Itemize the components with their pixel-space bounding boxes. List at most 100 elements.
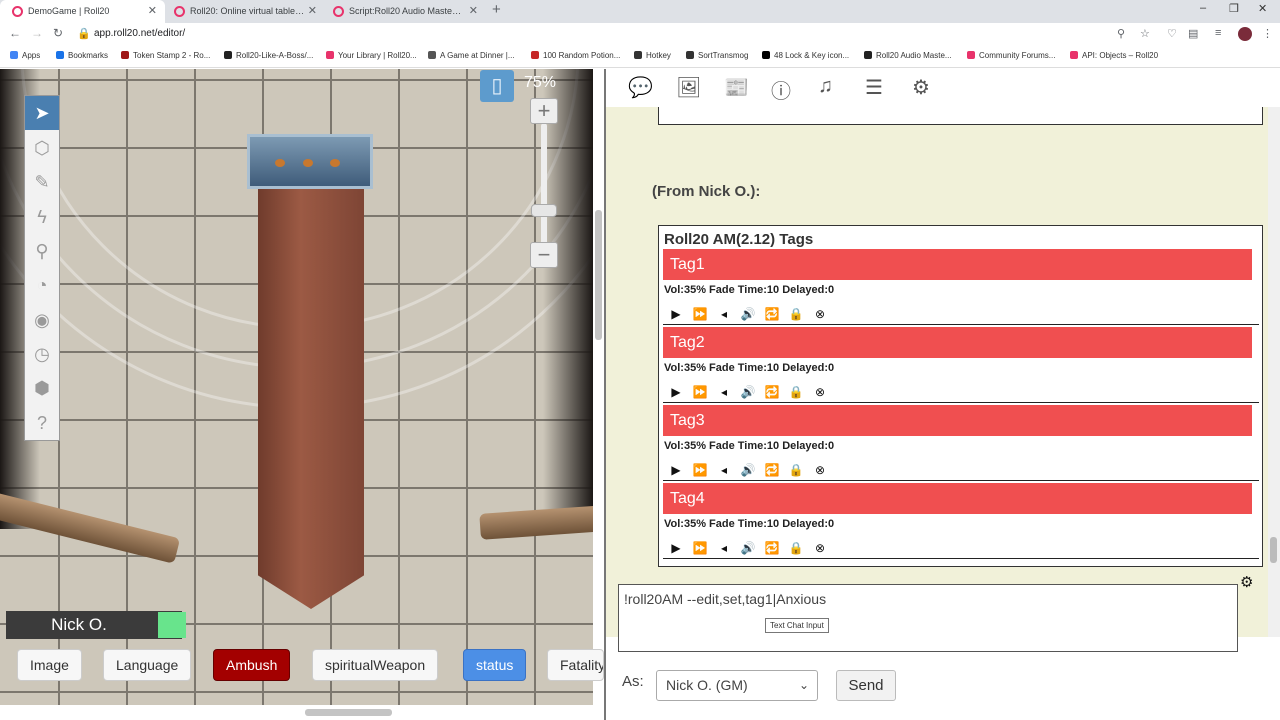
macro-spiritualweapon-button[interactable]: spiritualWeapon <box>312 649 439 681</box>
bookmark-item[interactable]: Roll20-Like-A-Boss/... <box>224 51 313 60</box>
help-icon[interactable]: ? <box>25 406 59 440</box>
player-color-swatch[interactable] <box>158 612 186 638</box>
loop-icon[interactable]: 🔁 <box>760 307 784 321</box>
jukebox-icon[interactable]: ♫ <box>818 75 833 98</box>
new-tab-icon[interactable]: + <box>492 1 501 18</box>
lock-icon[interactable]: 🔒 <box>784 307 808 321</box>
fast-forward-icon[interactable]: ⏩ <box>688 307 712 321</box>
loop-icon[interactable]: 🔁 <box>760 541 784 555</box>
collection-list-icon[interactable]: ☰ <box>865 75 883 100</box>
url-field[interactable]: app.roll20.net/editor/ <box>94 28 185 39</box>
volume-down-icon[interactable]: ◂ <box>712 541 736 555</box>
fast-forward-icon[interactable]: ⏩ <box>688 541 712 555</box>
lock-icon[interactable]: 🔒 <box>784 463 808 477</box>
back-icon[interactable]: ← <box>9 26 21 40</box>
zoom-in-button[interactable]: + <box>530 98 558 124</box>
volume-up-icon[interactable]: 🔊 <box>736 463 760 477</box>
search-icon[interactable]: ⚲ <box>1117 27 1125 40</box>
speak-as-select[interactable]: Nick O. (GM) ⌄ <box>656 670 818 701</box>
dice-icon[interactable]: ⬢ <box>25 371 59 405</box>
fast-forward-icon[interactable]: ⏩ <box>688 385 712 399</box>
macro-status-button[interactable]: status <box>463 649 527 681</box>
message-gear-icon[interactable]: ⚙ <box>1240 573 1253 591</box>
play-icon[interactable]: ▶ <box>664 541 688 555</box>
bookmark-item[interactable]: Community Forums... <box>967 51 1055 60</box>
zoom-icon[interactable]: ⚲ <box>25 234 59 268</box>
lock-icon[interactable]: 🔒 <box>784 385 808 399</box>
vertical-scrollbar[interactable] <box>595 210 602 340</box>
bookmark-item[interactable]: Hotkey <box>634 51 671 60</box>
bookmark-item[interactable]: API: Objects – Roll20 <box>1070 51 1158 60</box>
volume-up-icon[interactable]: 🔊 <box>736 385 760 399</box>
token-layer-icon[interactable]: ⬡ <box>25 131 59 165</box>
chat-icon[interactable]: 💬 <box>628 75 653 100</box>
stop-icon[interactable]: ⊗ <box>808 463 832 477</box>
tag-name-bar[interactable]: Tag2 <box>663 327 1252 358</box>
stop-icon[interactable]: ⊗ <box>808 385 832 399</box>
play-icon[interactable]: ▶ <box>664 385 688 399</box>
compendium-info-icon[interactable]: ⓘ <box>771 75 791 104</box>
bookmark-item[interactable]: Roll20 Audio Maste... <box>864 51 952 60</box>
zoom-out-button[interactable]: − <box>530 242 558 268</box>
stop-icon[interactable]: ⊗ <box>808 541 832 555</box>
extension-icon[interactable]: ▤ <box>1188 27 1198 40</box>
horizontal-scrollbar[interactable] <box>305 709 392 716</box>
window-close-icon[interactable]: ✕ <box>1258 2 1267 15</box>
bookmark-item[interactable]: Your Library | Roll20... <box>326 51 417 60</box>
play-icon[interactable]: ▶ <box>664 463 688 477</box>
player-badge[interactable]: Nick O. <box>6 611 186 639</box>
journal-icon[interactable]: 📰 <box>724 75 749 100</box>
bookmark-item[interactable]: Bookmarks <box>56 51 108 60</box>
play-icon[interactable]: ▶ <box>664 307 688 321</box>
zoom-slider-track[interactable] <box>541 123 547 253</box>
tag-name-bar[interactable]: Tag1 <box>663 249 1252 280</box>
bookmark-item[interactable]: A Game at Dinner |... <box>428 51 515 60</box>
volume-up-icon[interactable]: 🔊 <box>736 307 760 321</box>
close-tab-icon[interactable]: ✕ <box>469 0 478 23</box>
stop-icon[interactable]: ⊗ <box>808 307 832 321</box>
chat-scrollbar-thumb[interactable] <box>1270 537 1277 563</box>
measure-icon[interactable]: ◔ <box>25 268 59 302</box>
turn-tracker-icon[interactable]: ◷ <box>25 337 59 371</box>
settings-gear-icon[interactable]: ⚙ <box>912 75 930 100</box>
macro-language-button[interactable]: Language <box>103 649 192 681</box>
minimize-icon[interactable]: – <box>1200 2 1206 14</box>
art-library-icon[interactable]: 🖼 <box>676 75 701 100</box>
map-canvas[interactable] <box>0 69 593 705</box>
profile-avatar[interactable] <box>1238 27 1252 41</box>
loop-icon[interactable]: 🔁 <box>760 385 784 399</box>
page-toolbar-icon[interactable]: ▯ <box>480 70 514 102</box>
loop-icon[interactable]: 🔁 <box>760 463 784 477</box>
bookmark-star-icon[interactable]: ☆ <box>1140 27 1150 40</box>
macro-fatality-button[interactable]: Fatality <box>547 649 604 681</box>
media-icon[interactable]: ≡ <box>1215 27 1221 39</box>
tab-demogame[interactable]: DemoGame | Roll20 ✕ <box>0 0 165 23</box>
bookmark-item[interactable]: 100 Random Potion... <box>531 51 620 60</box>
volume-up-icon[interactable]: 🔊 <box>736 541 760 555</box>
chat-text-input[interactable]: !roll20AM --edit,set,tag1|Anxious <box>618 584 1238 652</box>
bookmark-item[interactable]: Token Stamp 2 - Ro... <box>121 51 210 60</box>
fog-icon[interactable]: ◉ <box>25 303 59 337</box>
tab-script-audio-master[interactable]: Script:Roll20 Audio Master - Roll... ✕ <box>321 0 486 23</box>
bookmark-item[interactable]: SortTransmog <box>686 51 748 60</box>
bookmark-item[interactable]: 48 Lock & Key icon... <box>762 51 849 60</box>
menu-icon[interactable]: ⋮ <box>1262 27 1273 40</box>
reload-icon[interactable]: ↻ <box>53 26 63 40</box>
volume-down-icon[interactable]: ◂ <box>712 307 736 321</box>
forward-icon[interactable]: → <box>31 26 43 40</box>
select-icon[interactable]: ➤ <box>25 96 59 130</box>
close-tab-icon[interactable]: ✕ <box>308 0 317 23</box>
restore-icon[interactable]: ❐ <box>1229 2 1239 15</box>
extension-icon[interactable]: ♡ <box>1167 27 1177 40</box>
tag-name-bar[interactable]: Tag4 <box>663 483 1252 514</box>
bookmark-item[interactable]: Apps <box>10 51 40 60</box>
macro-ambush-button[interactable]: Ambush <box>213 649 291 681</box>
zoom-slider-handle[interactable] <box>531 204 557 217</box>
volume-down-icon[interactable]: ◂ <box>712 463 736 477</box>
close-tab-icon[interactable]: ✕ <box>148 0 157 23</box>
tab-roll20-online[interactable]: Roll20: Online virtual tabletop fo... ✕ <box>162 0 325 23</box>
volume-down-icon[interactable]: ◂ <box>712 385 736 399</box>
lock-icon[interactable]: 🔒 <box>784 541 808 555</box>
fx-icon[interactable]: ϟ <box>25 200 59 234</box>
send-button[interactable]: Send <box>836 670 896 701</box>
